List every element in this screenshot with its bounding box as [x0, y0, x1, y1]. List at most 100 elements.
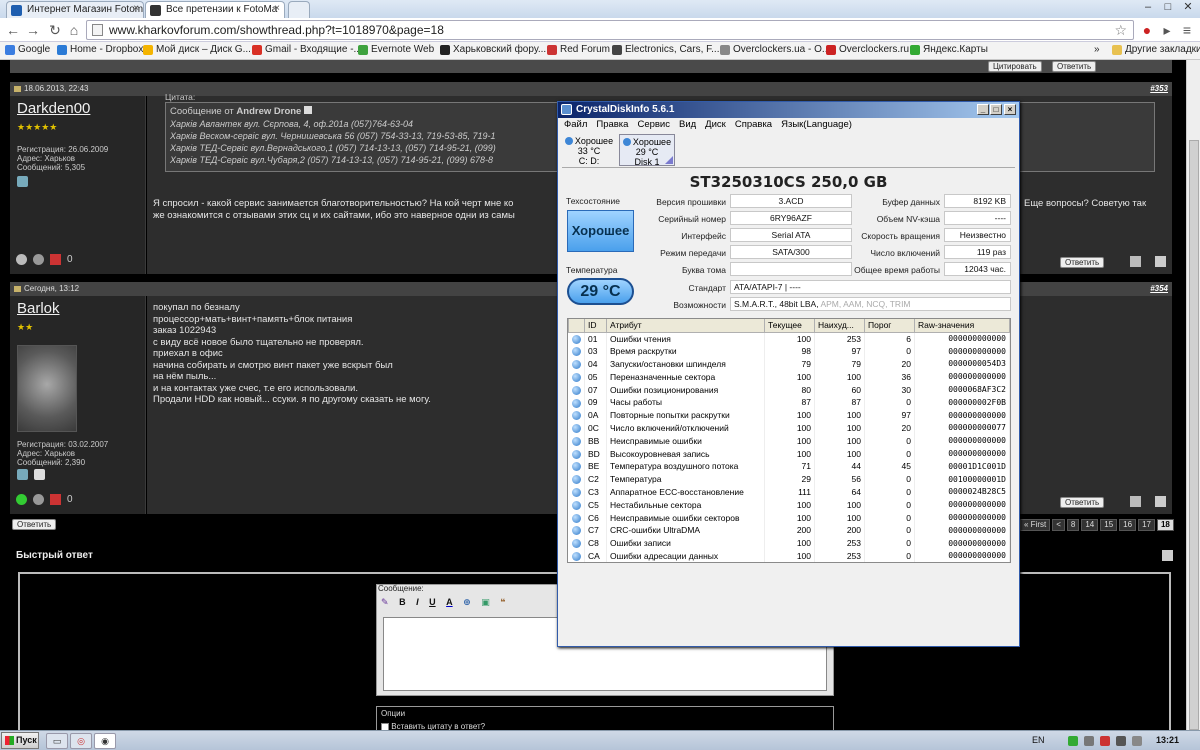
maximize-window-button[interactable]: □	[1158, 0, 1178, 16]
scrollbar-thumb[interactable]	[1189, 140, 1199, 730]
smart-row[interactable]: C6 Неисправимые ошибки секторов 100 100 0 000…	[568, 511, 1010, 524]
post-number-link[interactable]: #353	[1150, 82, 1168, 96]
link-icon[interactable]: ⊕	[463, 597, 471, 608]
tray-icon[interactable]	[1084, 736, 1094, 746]
maximize-button[interactable]: □	[990, 104, 1002, 115]
underline-button[interactable]: U	[429, 597, 436, 607]
menu-language[interactable]: Язык(Language)	[781, 119, 852, 130]
smart-row[interactable]: C8 Ошибки записи 100 253 0 000000000000	[568, 536, 1010, 550]
address-bar[interactable]: www.kharkovforum.com/showthread.php?t=10…	[86, 20, 1134, 40]
close-tab-icon[interactable]: ×	[133, 3, 139, 14]
smart-row[interactable]: BB Неисправимые ошибки 100 100 0 000000000000	[568, 434, 1010, 448]
bookmark-item[interactable]: Overclockers.ru	[826, 44, 909, 55]
contact-icon[interactable]	[17, 469, 28, 480]
status-column-header[interactable]	[568, 319, 585, 333]
smart-row[interactable]: 0C Число включений/отключений 100 100 20 0000…	[568, 421, 1010, 435]
reply-button[interactable]: Ответить	[12, 519, 57, 530]
page-link[interactable]: 8	[1066, 519, 1080, 531]
view-post-icon[interactable]	[303, 106, 312, 114]
smart-row[interactable]: 0A Повторные попытки раскрутки 100 100 97 000…	[568, 408, 1010, 422]
menu-service[interactable]: Сервис	[637, 119, 670, 130]
smart-row[interactable]: CA Ошибки адресации данных 100 253 0 00000000…	[568, 549, 1010, 562]
reply-button[interactable]: Ответить	[1060, 497, 1105, 508]
volume-icon[interactable]	[1132, 736, 1142, 746]
clock[interactable]: 13:21	[1156, 735, 1179, 745]
bookmark-star-icon[interactable]: ☆	[1114, 21, 1127, 39]
bookmark-item[interactable]: Evernote Web	[358, 44, 434, 55]
bookmark-item[interactable]: Gmail - Входящие -...	[252, 44, 362, 55]
worst-column-header[interactable]: Наихуд...	[814, 319, 865, 333]
scales-icon[interactable]	[33, 254, 44, 265]
back-arrow-icon[interactable]: ←	[4, 21, 22, 39]
report-icon[interactable]	[50, 494, 61, 505]
quote-button[interactable]: Цитировать	[988, 61, 1042, 72]
edit-icon[interactable]	[1130, 256, 1141, 267]
smart-row[interactable]: 09 Часы работы 87 87 0 000000002F0B	[568, 395, 1010, 409]
window-titlebar[interactable]: CrystalDiskInfo 5.6.1 _ □ ×	[558, 102, 1019, 118]
minimize-button[interactable]: _	[977, 104, 989, 115]
bookmark-item[interactable]: Google	[5, 44, 50, 55]
edit-icon[interactable]	[1130, 496, 1141, 507]
menu-view[interactable]: Вид	[679, 119, 696, 130]
chrome-taskbar-icon[interactable]: ◎	[70, 733, 92, 749]
smart-row[interactable]: C3 Аппаратное ECC-восстановление 111 64 0 000…	[568, 485, 1010, 499]
page-link[interactable]: 15	[1100, 519, 1118, 531]
smart-row[interactable]: 03 Время раскрутки 98 97 0 000000000000	[568, 344, 1010, 358]
menu-help[interactable]: Справка	[735, 119, 772, 130]
post-number-link[interactable]: #354	[1150, 282, 1168, 296]
page-link[interactable]: 14	[1081, 519, 1099, 531]
reload-icon[interactable]: ↻	[46, 21, 64, 39]
scales-icon[interactable]	[33, 494, 44, 505]
id-column-header[interactable]: ID	[584, 319, 607, 333]
start-button[interactable]: Пуск	[1, 732, 39, 749]
smart-row[interactable]: BD Высокоуровневая запись 100 100 0 000000000…	[568, 447, 1010, 460]
avatar[interactable]	[17, 345, 77, 432]
language-indicator[interactable]: EN	[1032, 735, 1045, 745]
page-scrollbar[interactable]	[1186, 60, 1200, 730]
tray-icon[interactable]	[1100, 736, 1110, 746]
reply-button[interactable]: Ответить	[1052, 61, 1097, 72]
multiquote-icon[interactable]	[1155, 256, 1166, 267]
format-icon[interactable]: ✎	[381, 597, 389, 608]
close-button[interactable]: ×	[1004, 104, 1016, 115]
bookmark-item[interactable]: Home - Dropbox	[57, 44, 143, 55]
bold-button[interactable]: B	[399, 597, 406, 607]
italic-button[interactable]: I	[416, 597, 419, 607]
bookmark-item[interactable]: Electronics, Cars, F...	[612, 44, 719, 55]
image-icon[interactable]: ▣	[481, 597, 490, 608]
attribute-column-header[interactable]: Атрибут	[606, 319, 765, 333]
quote-icon[interactable]: ❝	[500, 597, 505, 608]
disk-tab-1[interactable]: Хорошее 33 °C C: D:	[561, 134, 617, 166]
home-icon[interactable]: ⌂	[65, 21, 83, 39]
bookmark-item[interactable]: Мой диск – Диск G...	[143, 44, 251, 55]
tray-icon[interactable]	[1068, 736, 1078, 746]
minimize-window-button[interactable]: –	[1138, 0, 1158, 16]
close-window-button[interactable]: ✕	[1178, 0, 1198, 16]
browser-tab-1[interactable]: Интернет Магазин Fotom ×	[6, 1, 144, 18]
smart-row[interactable]: 05 Переназначенные сектора 100 100 36 0000000…	[568, 370, 1010, 384]
bookmarks-overflow-button[interactable]: »	[1094, 44, 1100, 55]
page-link[interactable]: 17	[1138, 519, 1155, 531]
font-color-button[interactable]: A	[446, 597, 453, 607]
show-desktop-icon[interactable]: ▭	[46, 733, 68, 749]
menu-disk[interactable]: Диск	[705, 119, 726, 130]
multiquote-icon[interactable]	[1155, 496, 1166, 507]
smart-row[interactable]: 01 Ошибки чтения 100 253 6 000000000000	[568, 332, 1010, 345]
other-bookmarks[interactable]: Другие закладки	[1112, 44, 1200, 55]
collapse-icon[interactable]	[1162, 550, 1173, 561]
extension-icon[interactable]: ●	[1138, 21, 1156, 39]
page-prev-link[interactable]: <	[1052, 519, 1065, 531]
smart-row[interactable]: C7 CRC-ошибки UltraDMA 200 200 0 000000000000	[568, 523, 1010, 537]
bookmark-item[interactable]: Харьковский фору...	[440, 44, 546, 55]
smart-row[interactable]: 04 Запуски/остановки шпинделя 79 79 20 000000…	[568, 357, 1010, 371]
extension-icon[interactable]: ▸	[1158, 21, 1176, 39]
contact-icon[interactable]	[17, 176, 28, 187]
smart-row[interactable]: C2 Температура 29 56 0 00100000001D	[568, 472, 1010, 486]
close-tab-icon[interactable]: ×	[274, 3, 280, 14]
forward-arrow-icon[interactable]: →	[24, 21, 42, 39]
crystaldiskinfo-taskbar-icon[interactable]: ◉	[94, 733, 116, 749]
skype-icon[interactable]	[34, 469, 45, 480]
raw-column-header[interactable]: Raw-значения	[914, 319, 1010, 333]
reply-button[interactable]: Ответить	[1060, 257, 1105, 268]
smart-row[interactable]: 07 Ошибки позиционирования 80 60 30 0000068AF…	[568, 383, 1010, 396]
